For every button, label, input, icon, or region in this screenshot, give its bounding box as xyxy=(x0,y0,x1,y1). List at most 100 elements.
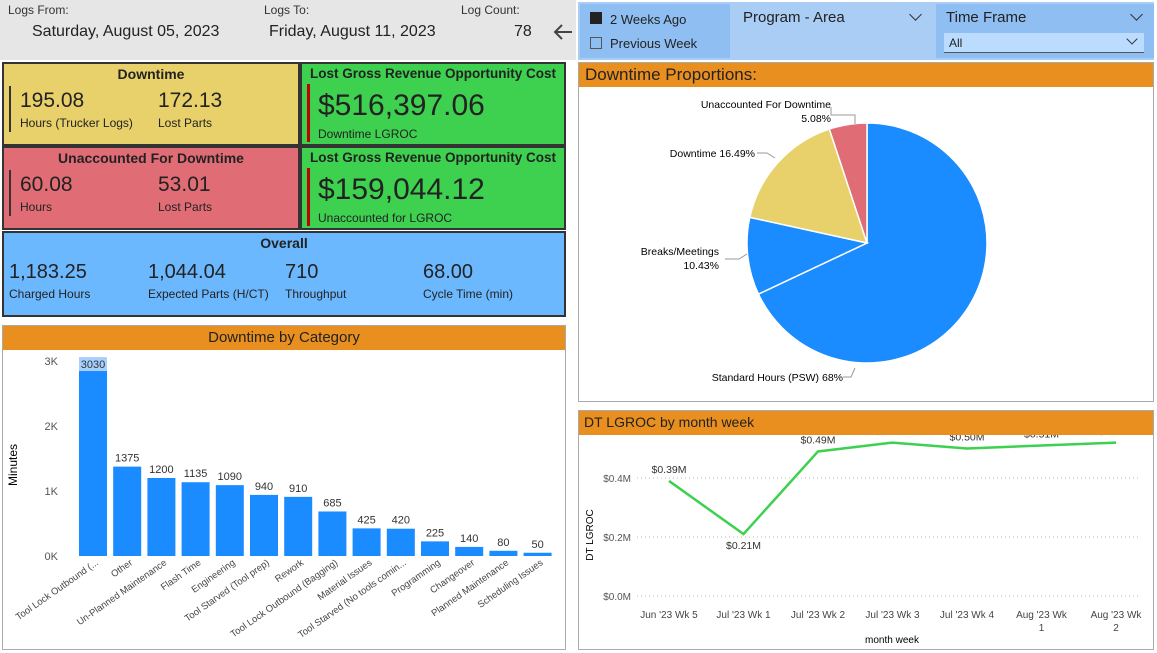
x-tick-label: Aug '23 Wk xyxy=(1091,610,1143,621)
y-tick-label: 2K xyxy=(45,421,59,433)
unaccounted-parts-label: Lost Parts xyxy=(158,200,213,214)
back-arrow-icon[interactable] xyxy=(552,22,574,42)
pie-label-standard: Standard Hours (PSW) 68% xyxy=(712,372,843,384)
downtime-card: Downtime 195.08 Hours (Trucker Logs) 172… xyxy=(2,62,300,146)
pie-leader-line xyxy=(757,152,776,159)
pie-label-breaks-pct: 10.43% xyxy=(683,260,719,272)
downtime-parts-label: Lost Parts xyxy=(158,116,213,130)
header-bar: Logs From: Saturday, August 05, 2023 Log… xyxy=(0,0,576,60)
divider xyxy=(307,84,310,142)
charged-hours-value: 1,183.25 xyxy=(9,261,87,283)
divider xyxy=(9,170,11,216)
pie-chart: Unaccounted For Downtime 5.08% Downtime … xyxy=(641,99,988,384)
pie-label-unaccounted-name: Unaccounted For Downtime xyxy=(701,99,831,111)
bar[interactable] xyxy=(455,546,484,556)
bar-value-label: 1090 xyxy=(218,471,242,483)
x-tick-label: Jul '23 Wk 2 xyxy=(791,610,846,621)
bar-value-label: 940 xyxy=(255,481,273,493)
x-tick-label: Jun '23 Wk 5 xyxy=(640,610,698,621)
unaccounted-card-title: Unaccounted For Downtime xyxy=(58,150,244,166)
overall-card-title: Overall xyxy=(260,235,308,251)
expected-parts-value: 1,044.04 xyxy=(148,261,226,283)
logs-to-value: Friday, August 11, 2023 xyxy=(269,23,436,40)
bar-value-label: 50 xyxy=(531,539,543,551)
line-chart-ylabel: DT LGROC xyxy=(585,509,596,561)
bar-chart-ylabel: Minutes xyxy=(6,444,20,486)
x-tick-label: Jul '23 Wk 1 xyxy=(716,610,771,621)
pie-leader-line xyxy=(843,367,856,378)
time-frame-dropdown[interactable]: All xyxy=(944,33,1144,53)
bar-value-label: 420 xyxy=(392,515,410,527)
lgroc-downtime-card: Lost Gross Revenue Opportunity Cost $516… xyxy=(300,62,566,146)
divider xyxy=(9,86,11,132)
unaccounted-parts-value: 53.01 xyxy=(158,173,211,196)
checkbox-2-weeks-ago[interactable] xyxy=(590,12,602,24)
period-slicer: 2 Weeks Ago Previous Week xyxy=(580,4,730,58)
line-value-label: $0.21M xyxy=(726,540,761,552)
y-tick-label: $0.2M xyxy=(603,533,631,544)
bar-value-label: 140 xyxy=(460,533,478,545)
bar-value-label: 425 xyxy=(357,514,375,526)
x-tick-label: 2 xyxy=(1113,623,1119,634)
bar-value-label: 225 xyxy=(426,527,444,539)
lgroc-downtime-label: Downtime LGROC xyxy=(318,127,418,141)
chevron-down-icon[interactable] xyxy=(909,8,922,21)
lgroc-unaccounted-title: Lost Gross Revenue Opportunity Cost xyxy=(309,150,557,165)
line-value-label: $0.50M xyxy=(949,435,984,444)
logs-from-label: Logs From: xyxy=(8,3,69,17)
bar[interactable] xyxy=(489,550,518,556)
bar[interactable] xyxy=(352,528,381,556)
lgroc-unaccounted-label: Unaccounted for LGROC xyxy=(318,211,453,225)
pie-chart-title: Downtime Proportions: xyxy=(579,63,1153,87)
bar-value-label: 1375 xyxy=(115,453,139,465)
throughput-value: 710 xyxy=(285,261,319,283)
bar[interactable] xyxy=(113,466,142,556)
throughput-label: Throughput xyxy=(285,287,347,301)
divider xyxy=(307,168,310,226)
line-value-label: $0.51M xyxy=(1024,435,1059,441)
bar[interactable] xyxy=(386,528,415,556)
option-2-weeks-ago[interactable]: 2 Weeks Ago xyxy=(610,12,686,27)
line-series xyxy=(668,441,1117,536)
bar[interactable] xyxy=(250,494,278,556)
bar[interactable] xyxy=(181,482,210,556)
program-area-label: Program - Area xyxy=(743,9,845,26)
bar[interactable] xyxy=(79,359,107,556)
cycle-time-value: 68.00 xyxy=(423,261,474,283)
bar[interactable] xyxy=(215,485,244,556)
logs-from-value: Saturday, August 05, 2023 xyxy=(32,23,220,40)
bar[interactable] xyxy=(147,478,176,556)
chevron-down-icon[interactable] xyxy=(1130,8,1143,21)
time-frame-label: Time Frame xyxy=(946,9,1027,26)
y-tick-label: $0.4M xyxy=(603,474,631,485)
bar-value-label: 80 xyxy=(497,537,509,549)
pie-leader-line xyxy=(725,253,748,260)
y-tick-label: 0K xyxy=(45,551,59,563)
line-value-label: $0.52M xyxy=(875,435,910,438)
unaccounted-hours-value: 60.08 xyxy=(20,173,73,196)
program-area-slicer[interactable]: Program - Area xyxy=(733,4,933,58)
downtime-hours-value: 195.08 xyxy=(20,89,85,112)
line-chart: DT LGROC month week $0.0M $0.2M $0.4M Jun … xyxy=(585,435,1143,646)
bar[interactable] xyxy=(284,496,313,556)
bar-value-label: 910 xyxy=(289,483,307,495)
downtime-card-title: Downtime xyxy=(117,66,185,82)
bar[interactable] xyxy=(318,511,347,556)
y-tick-label: 1K xyxy=(45,486,59,498)
logs-to-label: Logs To: xyxy=(264,3,310,17)
bar[interactable] xyxy=(523,552,552,556)
pie-leader-line xyxy=(830,107,856,124)
bar[interactable] xyxy=(421,541,449,556)
lgroc-unaccounted-card: Lost Gross Revenue Opportunity Cost $159… xyxy=(300,146,566,230)
line-value-label: $0.49M xyxy=(800,435,835,446)
lgroc-downtime-title: Lost Gross Revenue Opportunity Cost xyxy=(309,66,557,81)
log-count-label: Log Count: xyxy=(461,3,520,17)
bar-value-label: 3030 xyxy=(81,359,105,371)
expected-parts-label: Expected Parts (H/CT) xyxy=(148,287,269,301)
bar-value-label: 685 xyxy=(323,497,341,509)
x-tick-label: Jul '23 Wk 4 xyxy=(940,610,995,621)
option-previous-week[interactable]: Previous Week xyxy=(610,36,697,51)
chevron-down-icon[interactable] xyxy=(1126,33,1138,45)
cycle-time-label: Cycle Time (min) xyxy=(423,287,514,301)
checkbox-previous-week[interactable] xyxy=(590,37,602,49)
